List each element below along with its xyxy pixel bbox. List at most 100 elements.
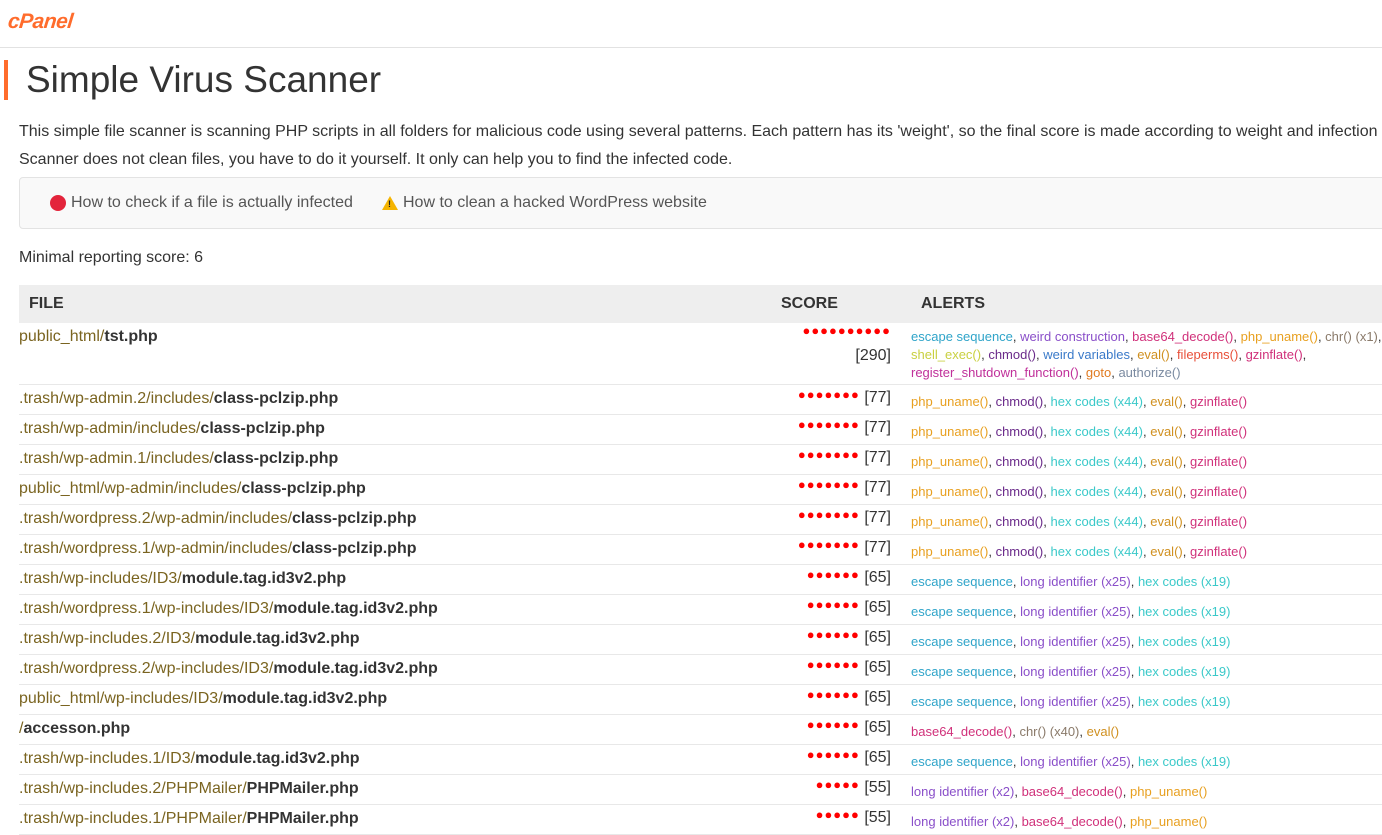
file-path: .trash/wordpress.2/wp-includes/ID3/ <box>19 660 274 677</box>
alert-tag: long identifier (x25) <box>1020 574 1131 589</box>
file-path: .trash/wp-includes.2/PHPMailer/ <box>19 780 247 797</box>
file-cell[interactable]: .trash/wp-includes.2/ID3/module.tag.id3v… <box>19 630 360 648</box>
alert-tag: hex codes (x44) <box>1050 454 1143 469</box>
file-cell[interactable]: .trash/wordpress.1/wp-admin/includes/cla… <box>19 540 416 558</box>
alert-tag: eval() <box>1137 347 1170 362</box>
alert-tag: long identifier (x2) <box>911 814 1015 829</box>
alert-tag: hex codes (x19) <box>1137 754 1231 769</box>
table-row: public_html/wp-includes/ID3/module.tag.i… <box>19 685 1382 715</box>
alert-tag: php_uname() <box>1130 784 1208 799</box>
alert-tag: hex codes (x19) <box>1137 634 1231 649</box>
help-links-box: How to check if a file is actually infec… <box>19 177 1382 229</box>
file-path: .trash/wp-includes.2/ID3/ <box>19 630 196 647</box>
score-dots: ●●●●● <box>815 777 860 792</box>
score-cell: ●●●●● [55] <box>759 807 891 827</box>
file-cell[interactable]: public_html/tst.php <box>19 328 158 346</box>
score-cell: ●●●●●● [65] <box>759 627 891 647</box>
score-dots: ●●●●●●●●●● <box>802 323 891 338</box>
alert-tag: hex codes (x19) <box>1137 604 1231 619</box>
alert-tag: chmod() <box>995 394 1044 409</box>
cpanel-logo[interactable]: cPanel <box>7 10 74 34</box>
score-value: [65] <box>864 749 891 766</box>
alert-tag: escape sequence <box>911 574 1013 589</box>
file-cell[interactable]: .trash/wordpress.1/wp-includes/ID3/modul… <box>19 600 438 618</box>
alert-tag: long identifier (x25) <box>1020 604 1131 619</box>
file-cell[interactable]: public_html/wp-admin/includes/class-pclz… <box>19 480 366 498</box>
file-name: module.tag.id3v2.php <box>195 630 360 647</box>
alert-tag: long identifier (x25) <box>1020 634 1131 649</box>
alert-tag: shell_exec() <box>911 347 982 362</box>
file-name: class-pclzip.php <box>292 510 417 527</box>
alert-tag: escape sequence <box>911 604 1013 619</box>
file-cell[interactable]: .trash/wp-includes/ID3/module.tag.id3v2.… <box>19 570 346 588</box>
file-name: class-pclzip.php <box>213 390 339 407</box>
file-path: .trash/wordpress.1/wp-admin/includes/ <box>19 540 293 557</box>
score-value: [77] <box>864 419 891 436</box>
score-cell: ●●●●●● [65] <box>759 717 891 737</box>
check-infected-link[interactable]: How to check if a file is actually infec… <box>50 194 353 212</box>
file-name: class-pclzip.php <box>292 540 417 557</box>
file-name: module.tag.id3v2.php <box>195 750 360 767</box>
alert-tag: escape sequence <box>911 634 1013 649</box>
file-cell[interactable]: .trash/wp-admin/includes/class-pclzip.ph… <box>19 420 325 438</box>
alert-tag: eval() <box>1150 394 1183 409</box>
intro-text: This simple file scanner is scanning PHP… <box>19 118 1382 174</box>
score-dots: ●●●●●● <box>806 567 860 582</box>
intro-line-1: This simple file scanner is scanning PHP… <box>19 123 1378 140</box>
alert-tag: goto <box>1085 365 1112 380</box>
warning-icon: ! <box>382 196 398 210</box>
alert-tag: hex codes (x44) <box>1050 484 1143 499</box>
file-path: .trash/wp-admin/includes/ <box>19 420 201 437</box>
file-name: class-pclzip.php <box>213 450 339 467</box>
score-cell: ●●●●●●● [77] <box>759 507 891 527</box>
file-cell[interactable]: public_html/wp-includes/ID3/module.tag.i… <box>19 690 387 708</box>
alert-tag: long identifier (x25) <box>1020 694 1131 709</box>
file-cell[interactable]: .trash/wordpress.2/wp-includes/ID3/modul… <box>19 660 438 678</box>
alerts-cell: base64_decode(), chr() (x40), eval() <box>911 724 1120 739</box>
score-cell: ●●●●●●● [77] <box>759 387 891 407</box>
file-cell[interactable]: .trash/wp-admin.2/includes/class-pclzip.… <box>19 390 338 408</box>
file-name: class-pclzip.php <box>241 480 366 497</box>
alert-tag: gzinflate() <box>1189 454 1248 469</box>
table-row: public_html/wp-admin/includes/class-pclz… <box>19 475 1382 505</box>
file-name: module.tag.id3v2.php <box>273 660 438 677</box>
alert-tag: hex codes (x19) <box>1137 574 1231 589</box>
file-cell[interactable]: .trash/wp-includes.1/PHPMailer/PHPMailer… <box>19 810 359 828</box>
table-row: .trash/wordpress.1/wp-includes/ID3/modul… <box>19 595 1382 625</box>
alert-tag: php_uname() <box>911 484 989 499</box>
file-path: .trash/wp-includes.1/ID3/ <box>19 750 196 767</box>
header-alerts: ALERTS <box>921 295 985 312</box>
file-name: accesson.php <box>23 720 131 737</box>
file-cell[interactable]: .trash/wp-includes.2/PHPMailer/PHPMailer… <box>19 780 359 798</box>
header-file: FILE <box>29 295 64 312</box>
score-cell: ●●●●●●● [77] <box>759 537 891 557</box>
alerts-cell: long identifier (x2), base64_decode(), p… <box>911 784 1208 799</box>
file-cell[interactable]: .trash/wp-admin.1/includes/class-pclzip.… <box>19 450 338 468</box>
file-cell[interactable]: .trash/wp-includes.1/ID3/module.tag.id3v… <box>19 750 360 768</box>
file-path: public_html/ <box>19 328 105 345</box>
alert-tag: base64_decode() <box>1021 784 1123 799</box>
clean-hacked-link[interactable]: ! How to clean a hacked WordPress websit… <box>382 194 707 212</box>
score-value: [65] <box>864 599 891 616</box>
score-cell: ●●●●● [55] <box>759 777 891 797</box>
score-dots: ●●●●●● <box>806 627 860 642</box>
alert-tag: long identifier (x25) <box>1020 754 1131 769</box>
file-cell[interactable]: .trash/wordpress.2/wp-admin/includes/cla… <box>19 510 416 528</box>
alert-tag: eval() <box>1150 514 1183 529</box>
file-cell[interactable]: /accesson.php <box>19 720 130 738</box>
score-value: [77] <box>864 509 891 526</box>
alert-tag: eval() <box>1150 454 1183 469</box>
score-value: [65] <box>864 719 891 736</box>
table-row: .trash/wp-includes.1/PHPMailer/PHPMailer… <box>19 805 1382 835</box>
alert-tag: eval() <box>1150 484 1183 499</box>
alert-tag: base64_decode() <box>1132 329 1234 344</box>
alert-tag: hex codes (x19) <box>1137 664 1231 679</box>
alert-tag: php_uname() <box>1130 814 1208 829</box>
alerts-cell: php_uname(), chmod(), hex codes (x44), e… <box>911 514 1248 529</box>
score-dots: ●●●●● <box>815 807 860 822</box>
file-path: .trash/wordpress.1/wp-includes/ID3/ <box>19 600 274 617</box>
header-score: SCORE <box>781 295 838 312</box>
min-score-text: Minimal reporting score: 6 <box>19 249 204 266</box>
score-value: [77] <box>864 539 891 556</box>
file-path: .trash/wordpress.2/wp-admin/includes/ <box>19 510 293 527</box>
